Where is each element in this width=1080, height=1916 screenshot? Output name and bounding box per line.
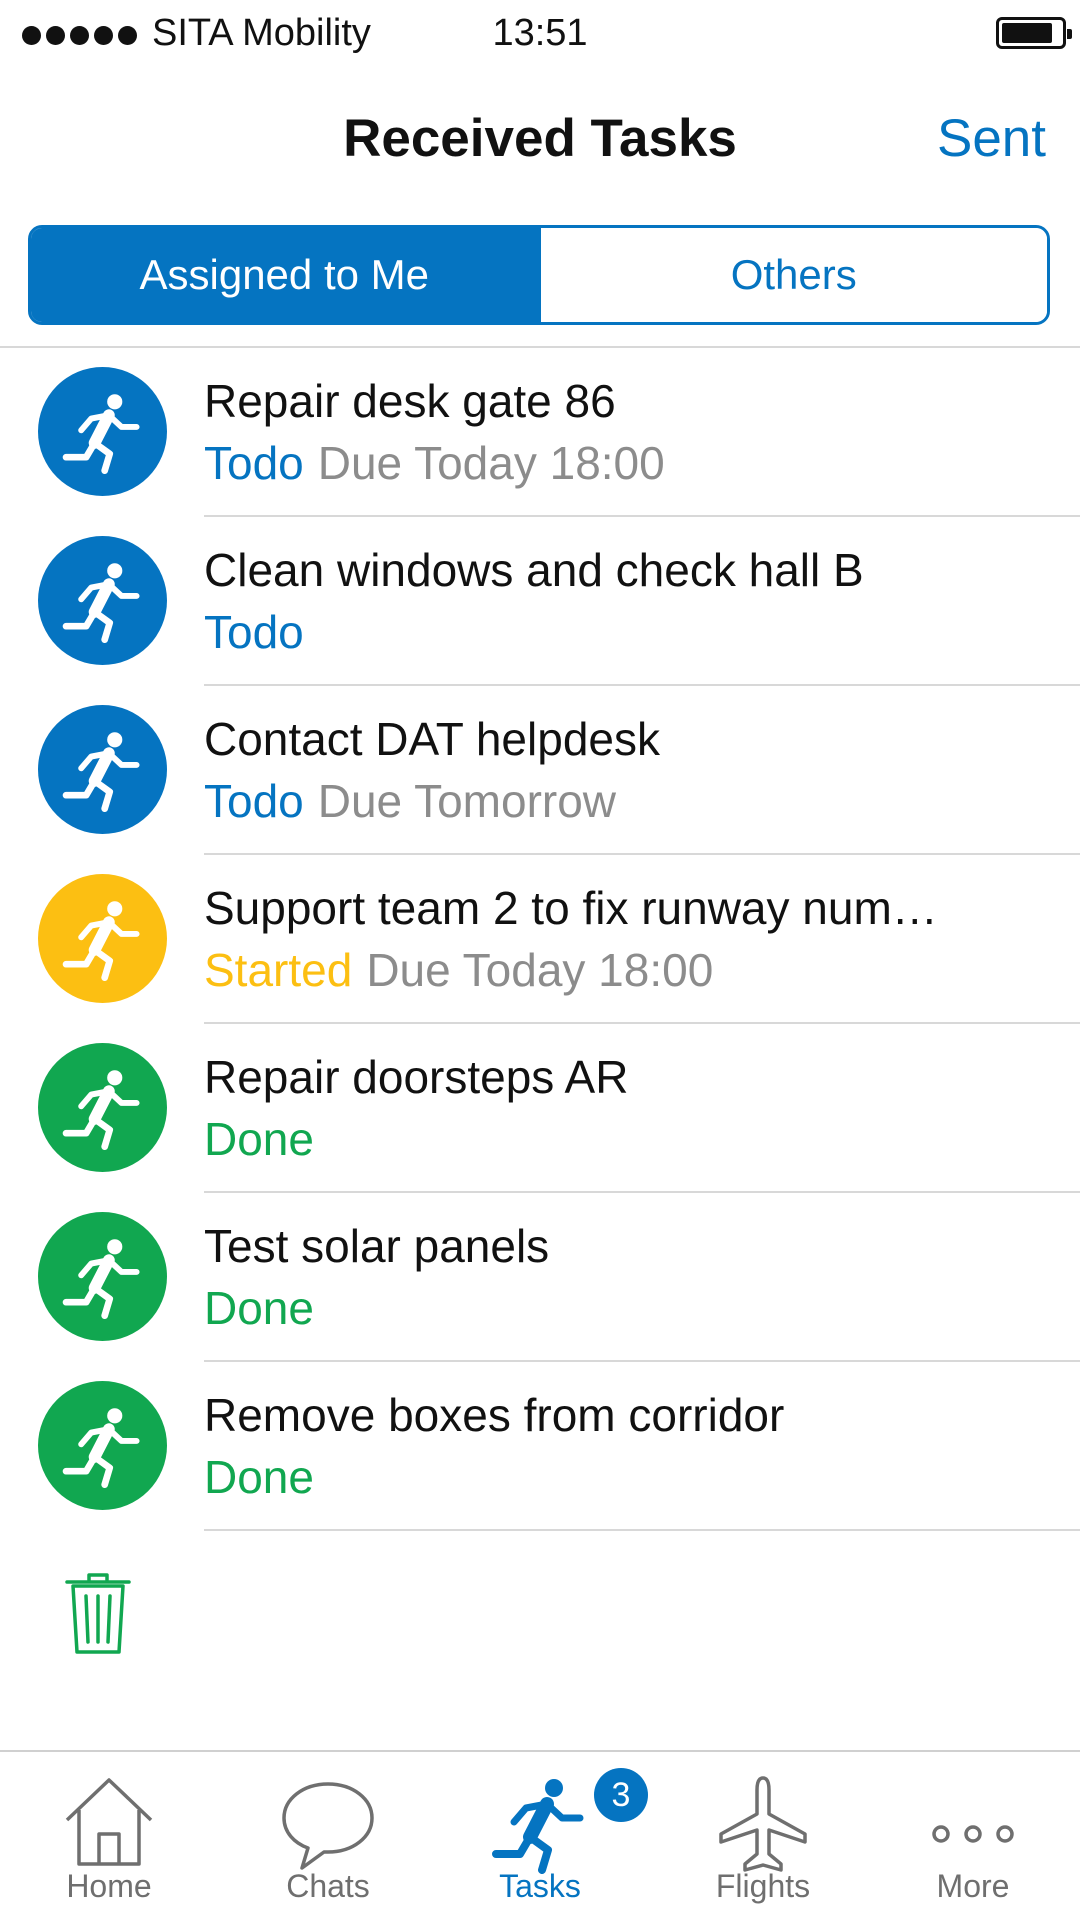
- task-title: Remove boxes from corridor: [204, 1389, 785, 1441]
- segment-others[interactable]: Others: [537, 228, 1047, 322]
- more-dots-icon: [932, 1825, 1014, 1843]
- status-bar: SITA Mobility 13:51: [0, 0, 1080, 70]
- task-row[interactable]: Repair desk gate 86 Todo Due Today 18:00: [0, 348, 1080, 517]
- task-meta: Todo: [204, 605, 318, 659]
- task-meta: Started Due Today 18:00: [204, 943, 713, 997]
- task-status: Done: [204, 1282, 314, 1334]
- task-row[interactable]: Contact DAT helpdesk Todo Due Tomorrow: [0, 686, 1080, 855]
- battery-icon: [996, 17, 1072, 49]
- task-filter-segmented-control: Assigned to Me Others: [28, 225, 1050, 325]
- airplane-icon: [719, 1776, 807, 1872]
- task-due-date: Due Today 18:00: [366, 944, 714, 996]
- task-status: Todo: [204, 437, 304, 489]
- chat-bubble-icon: [282, 1782, 374, 1870]
- page-title: Received Tasks: [343, 109, 737, 168]
- tab-bar: Home Chats Tasks Flights More: [0, 1750, 1080, 1916]
- task-status: Started: [204, 944, 353, 996]
- running-person-icon: [38, 705, 167, 834]
- task-status: Todo: [204, 775, 304, 827]
- task-meta: Done: [204, 1450, 328, 1504]
- row-divider: [204, 1529, 1080, 1531]
- tab-chats[interactable]: Chats: [243, 1752, 413, 1916]
- task-list: Repair desk gate 86 Todo Due Today 18:00 Cl…: [0, 348, 1080, 1531]
- home-icon: [65, 1778, 153, 1866]
- tab-chats-label: Chats: [286, 1868, 370, 1904]
- tab-home-label: Home: [66, 1868, 152, 1904]
- task-row[interactable]: Test solar panels Done: [0, 1193, 1080, 1362]
- task-title: Test solar panels: [204, 1220, 550, 1272]
- task-title: Repair desk gate 86: [204, 375, 616, 427]
- running-person-icon: [38, 1212, 167, 1341]
- task-row[interactable]: Clean windows and check hall B Todo: [0, 517, 1080, 686]
- task-row[interactable]: Support team 2 to fix runway num… Started…: [0, 855, 1080, 1024]
- running-person-icon: [492, 1779, 584, 1874]
- running-person-icon: [38, 874, 167, 1003]
- sent-button[interactable]: Sent: [937, 108, 1046, 169]
- task-meta: Todo Due Tomorrow: [204, 774, 616, 828]
- tab-home[interactable]: Home: [24, 1752, 194, 1916]
- segment-assigned-to-me[interactable]: Assigned to Me: [31, 228, 538, 322]
- task-row[interactable]: Repair doorsteps AR Done: [0, 1024, 1080, 1193]
- tasks-badge: 3: [594, 1768, 648, 1822]
- screen: SITA Mobility 13:51 Received Tasks Sent …: [0, 0, 1080, 1916]
- task-status: Done: [204, 1451, 314, 1503]
- task-title: Contact DAT helpdesk: [204, 713, 660, 765]
- task-meta: Done: [204, 1112, 328, 1166]
- task-meta: Done: [204, 1281, 328, 1335]
- running-person-icon: [38, 1381, 167, 1510]
- task-status: Todo: [204, 606, 304, 658]
- task-meta: Todo Due Today 18:00: [204, 436, 665, 490]
- running-person-icon: [38, 367, 167, 496]
- tab-more-label: More: [936, 1868, 1010, 1904]
- tab-more[interactable]: More: [888, 1752, 1058, 1916]
- trash-icon[interactable]: [64, 1572, 132, 1656]
- running-person-icon: [38, 536, 167, 665]
- task-title: Support team 2 to fix runway num…: [204, 882, 938, 934]
- tab-tasks-label: Tasks: [499, 1868, 581, 1904]
- task-title: Repair doorsteps AR: [204, 1051, 629, 1103]
- task-row[interactable]: Remove boxes from corridor Done: [0, 1362, 1080, 1531]
- tab-flights-label: Flights: [715, 1868, 811, 1904]
- task-status: Done: [204, 1113, 314, 1165]
- status-time: 13:51: [492, 12, 588, 54]
- task-due-date: Due Today 18:00: [317, 437, 665, 489]
- tab-flights[interactable]: Flights: [678, 1752, 848, 1916]
- running-person-icon: [38, 1043, 167, 1172]
- task-due-date: Due Tomorrow: [317, 775, 617, 827]
- task-title: Clean windows and check hall B: [204, 544, 864, 596]
